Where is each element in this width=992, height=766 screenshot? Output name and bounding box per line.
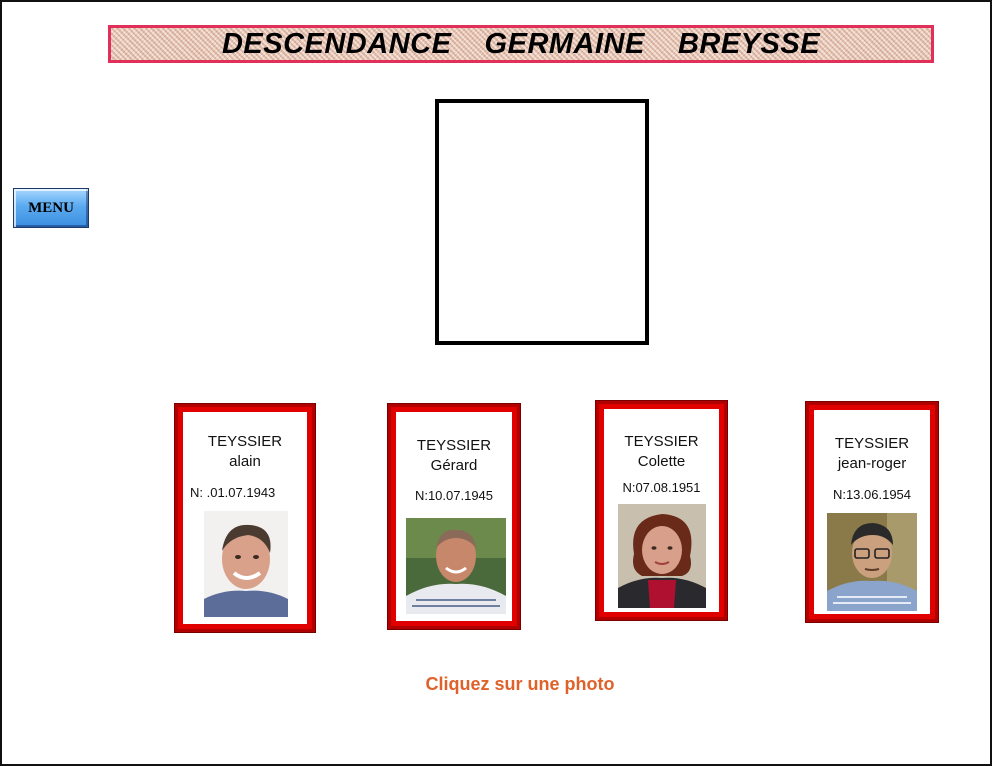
instruction-text: Cliquez sur une photo — [425, 674, 615, 694]
person-card-colette[interactable]: TEYSSIER Colette N:07.08.1951 — [596, 401, 727, 620]
person-firstname: Colette — [637, 453, 686, 470]
card-content: TEYSSIER Gérard N:10.07.1945 — [399, 415, 509, 618]
card-content: TEYSSIER Colette N:07.08.1951 — [607, 412, 716, 609]
menu-button-label: MENU — [28, 199, 74, 216]
person-birth-date: N:07.08.1951 — [622, 480, 701, 495]
card-content: TEYSSIER jean-roger N:13.06.1954 — [817, 413, 927, 611]
person-birth-date: N:13.06.1954 — [832, 487, 912, 502]
person-surname: TEYSSIER — [207, 433, 283, 450]
person-photo[interactable] — [204, 511, 288, 617]
person-firstname: alain — [229, 453, 261, 470]
selected-photo-frame — [435, 99, 649, 345]
person-photo[interactable] — [406, 518, 506, 614]
person-surname: TEYSSIER — [834, 435, 910, 452]
person-photo[interactable] — [618, 504, 706, 608]
page-title: DESCENDANCE GERMAINE BREYSSE — [221, 27, 821, 60]
person-birth-date: N:10.07.1945 — [414, 488, 494, 503]
person-firstname: Gérard — [430, 457, 478, 474]
person-card-gerard[interactable]: TEYSSIER Gérard N:10.07.1945 — [388, 404, 520, 629]
person-firstname: jean-roger — [837, 455, 907, 472]
card-content: TEYSSIER alain N: .01.07.1943 — [186, 415, 304, 621]
person-card-alain[interactable]: TEYSSIER alain N: .01.07.1943 — [175, 404, 315, 632]
menu-button[interactable]: MENU — [13, 188, 89, 228]
person-birth-date: N: .01.07.1943 — [190, 485, 276, 500]
title-banner: DESCENDANCE GERMAINE BREYSSE — [108, 25, 934, 63]
person-surname: TEYSSIER — [624, 433, 699, 450]
person-card-jean-roger[interactable]: TEYSSIER jean-roger N:13.06.1954 — [806, 402, 938, 622]
person-surname: TEYSSIER — [416, 437, 492, 454]
person-photo[interactable] — [827, 513, 917, 611]
